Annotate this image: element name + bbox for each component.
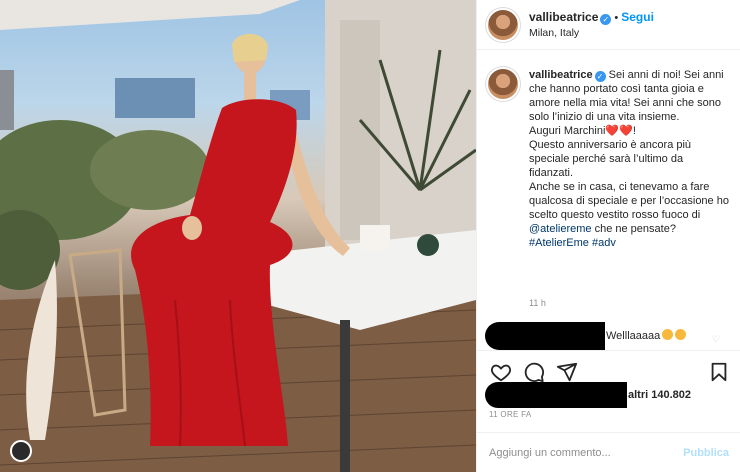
- tagged-user-icon[interactable]: [10, 440, 32, 462]
- emoji-icon: [662, 329, 674, 340]
- caption-text-end: che ne pensate?: [591, 223, 676, 235]
- separator-dot: •: [614, 11, 619, 24]
- photo-illustration: [0, 0, 476, 472]
- bookmark-icon[interactable]: [708, 361, 730, 383]
- caption-paragraph-2: Auguri Marchini❤️❤️!: [529, 125, 636, 137]
- author-avatar[interactable]: [488, 9, 518, 40]
- author-username[interactable]: vallibeatrice: [529, 10, 598, 24]
- mention-link[interactable]: @ateliereme: [529, 223, 592, 235]
- post-caption: vallibeatrice ✓ Sei anni di noi! Sei anni…: [488, 68, 736, 250]
- likes-row: altri 140.802: [477, 382, 740, 408]
- verified-badge-icon: ✓: [600, 13, 612, 25]
- caption-avatar[interactable]: [488, 69, 518, 99]
- follow-button[interactable]: Segui: [621, 10, 654, 24]
- comment-options-icon[interactable]: ♡: [712, 334, 720, 345]
- caption-paragraph-4: Anche se in casa, ci tenevamo a fare qua…: [529, 180, 729, 236]
- post-header: vallibeatrice ✓ • Segui Milan, Italy: [477, 0, 740, 50]
- comment-body: Welllaaaaa: [606, 330, 661, 342]
- paper-plane-icon[interactable]: [556, 361, 578, 383]
- comment-input[interactable]: [489, 441, 679, 465]
- caption-username[interactable]: vallibeatrice: [529, 69, 593, 81]
- caption-body: vallibeatrice ✓ Sei anni di noi! Sei anni…: [529, 68, 729, 250]
- redacted-likers: [485, 382, 627, 408]
- comment-text: Welllaaaaa: [606, 329, 687, 342]
- add-comment-bar: Pubblica: [477, 432, 740, 472]
- post-date: 11 ORE FA: [489, 410, 532, 419]
- red-heart-icon: ❤️❤️: [605, 125, 633, 137]
- header-text: vallibeatrice ✓ • Segui Milan, Italy: [529, 9, 654, 41]
- emoji-icon: [675, 329, 687, 340]
- post-sidebar: vallibeatrice ✓ • Segui Milan, Italy vallib…: [476, 0, 740, 472]
- instagram-post: vallibeatrice ✓ • Segui Milan, Italy vallib…: [0, 0, 740, 472]
- publish-button[interactable]: Pubblica: [683, 447, 729, 459]
- comment-row: Welllaaaaa ♡: [477, 322, 740, 350]
- caption-time: 11 h: [529, 298, 546, 308]
- verified-badge-icon: ✓: [594, 71, 606, 82]
- location-link[interactable]: Milan, Italy: [529, 26, 654, 41]
- likes-count[interactable]: altri 140.802: [628, 389, 691, 401]
- post-photo[interactable]: [0, 0, 476, 472]
- comment-bubble-icon[interactable]: [523, 361, 545, 383]
- hashtags: #AtelierEme #adv: [529, 236, 729, 250]
- caption-greeting: Auguri Marchini: [529, 125, 606, 137]
- heart-icon[interactable]: [490, 361, 512, 383]
- redacted-username: [485, 322, 605, 350]
- hashtag-link[interactable]: #adv: [592, 237, 616, 249]
- caption-text: Anche se in casa, ci tenevamo a fare qua…: [529, 181, 729, 221]
- caption-paragraph-3: Questo anniversario è ancora più special…: [529, 139, 692, 179]
- hashtag-link[interactable]: #AtelierEme: [529, 237, 589, 249]
